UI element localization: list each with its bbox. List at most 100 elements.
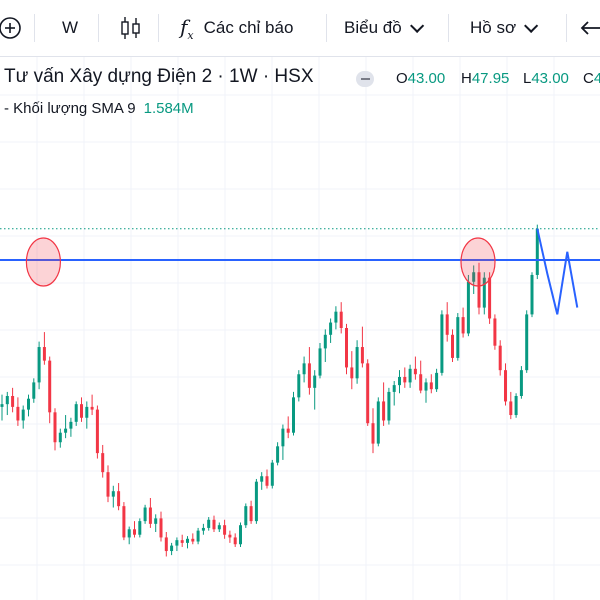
ohlc-close: C4 <box>583 70 600 87</box>
candle-body <box>58 432 62 443</box>
candle-body <box>254 481 258 522</box>
candle-body <box>329 322 333 335</box>
top-toolbar: W fx Các chỉ báo Biểu đồ Hồ sơ <box>0 0 600 57</box>
candle-body <box>366 363 370 424</box>
indicators-button[interactable]: fx Các chỉ báo <box>180 0 293 56</box>
candle-body <box>138 521 142 535</box>
candle-body <box>212 519 216 530</box>
candle-body <box>133 529 136 535</box>
candle-body <box>514 396 518 416</box>
candle-body <box>154 518 158 524</box>
candle-body <box>170 545 174 552</box>
candle-body <box>85 406 89 418</box>
candle-body <box>180 540 184 543</box>
candle-body <box>265 476 269 486</box>
candle-body <box>95 409 99 454</box>
toolbar-divider <box>566 14 567 42</box>
toolbar-divider <box>98 14 99 42</box>
candle-body <box>350 367 354 379</box>
candle-body <box>451 334 454 358</box>
chevron-down-icon <box>409 18 424 33</box>
high-highlight-ellipse <box>460 237 496 287</box>
candle-body <box>509 401 513 416</box>
candle-body <box>260 476 264 482</box>
candle-body <box>244 506 248 526</box>
candle-body <box>239 525 242 545</box>
candle-body <box>42 347 46 361</box>
candle-body <box>228 534 232 538</box>
candle-body <box>334 311 338 323</box>
candle-body <box>270 462 274 486</box>
fx-icon: fx <box>180 14 194 42</box>
candle-body <box>106 472 110 497</box>
candle-body <box>143 507 147 522</box>
toolbar-divider <box>34 14 35 42</box>
chart-type-label: Biểu đồ <box>344 18 402 37</box>
candle-body <box>191 538 195 542</box>
candle-body <box>122 506 126 538</box>
volume-value: 1.584M <box>143 100 194 117</box>
candle-body <box>488 277 492 319</box>
candles-icon <box>121 17 140 39</box>
candle-body <box>48 360 52 413</box>
candle-style-button[interactable] <box>120 0 142 56</box>
candle-body <box>307 363 311 388</box>
candle-body <box>403 376 407 383</box>
profile-menu[interactable]: Hồ sơ <box>470 0 539 56</box>
candle-body <box>207 519 211 528</box>
candle-body <box>408 368 412 383</box>
candle-body <box>37 347 41 383</box>
candle-body <box>127 529 131 538</box>
candle-body <box>5 396 9 405</box>
candle-body <box>376 401 380 444</box>
price-chart[interactable] <box>0 0 600 600</box>
candle-body <box>159 518 163 538</box>
chevron-down-icon <box>524 18 539 33</box>
ohlc-low: L43.00 <box>523 70 569 87</box>
candle-body <box>148 507 152 524</box>
chart-grid <box>0 56 600 600</box>
candle-body <box>111 491 115 497</box>
collapse-legend-button[interactable] <box>356 71 374 87</box>
candle-body <box>530 274 534 315</box>
candle-body <box>11 396 15 407</box>
ohlc-high: H47.95 <box>461 70 510 87</box>
profile-label: Hồ sơ <box>470 18 517 37</box>
candle-body <box>424 382 428 391</box>
candle-body <box>525 314 529 371</box>
add-symbol-button[interactable] <box>0 0 24 56</box>
candle-body <box>196 530 200 542</box>
candle-body <box>413 368 417 375</box>
candle-body <box>302 363 306 375</box>
chart-overlay <box>0 228 600 315</box>
candle-body <box>223 525 227 535</box>
candle-body <box>0 404 4 407</box>
candle-body <box>429 382 433 390</box>
candle-body <box>286 428 290 433</box>
candle-body <box>323 334 327 349</box>
candle-body <box>21 409 25 421</box>
candle-body <box>233 537 237 545</box>
candle-body <box>32 382 36 399</box>
toolbar-divider <box>448 14 449 42</box>
candle-body <box>101 453 105 473</box>
candlestick-series <box>0 224 539 557</box>
candle-body <box>355 347 359 379</box>
candle-body <box>117 491 121 507</box>
interval-button[interactable]: W <box>62 0 78 56</box>
undo-button[interactable] <box>580 0 600 56</box>
candle-body <box>360 347 364 364</box>
minus-icon <box>360 78 370 80</box>
candle-body <box>69 421 73 429</box>
candle-body <box>498 345 502 371</box>
high-highlight-ellipse <box>25 237 62 287</box>
chart-type-menu[interactable]: Biểu đồ <box>344 0 424 56</box>
candle-body <box>80 404 83 418</box>
candle-body <box>201 527 205 531</box>
candle-body <box>64 428 68 433</box>
volume-legend: - Khối lượng SMA 9 1.584M <box>4 100 194 117</box>
candle-body <box>276 446 280 463</box>
candle-body <box>435 372 439 390</box>
candle-body <box>440 314 444 373</box>
candle-body <box>217 525 221 530</box>
